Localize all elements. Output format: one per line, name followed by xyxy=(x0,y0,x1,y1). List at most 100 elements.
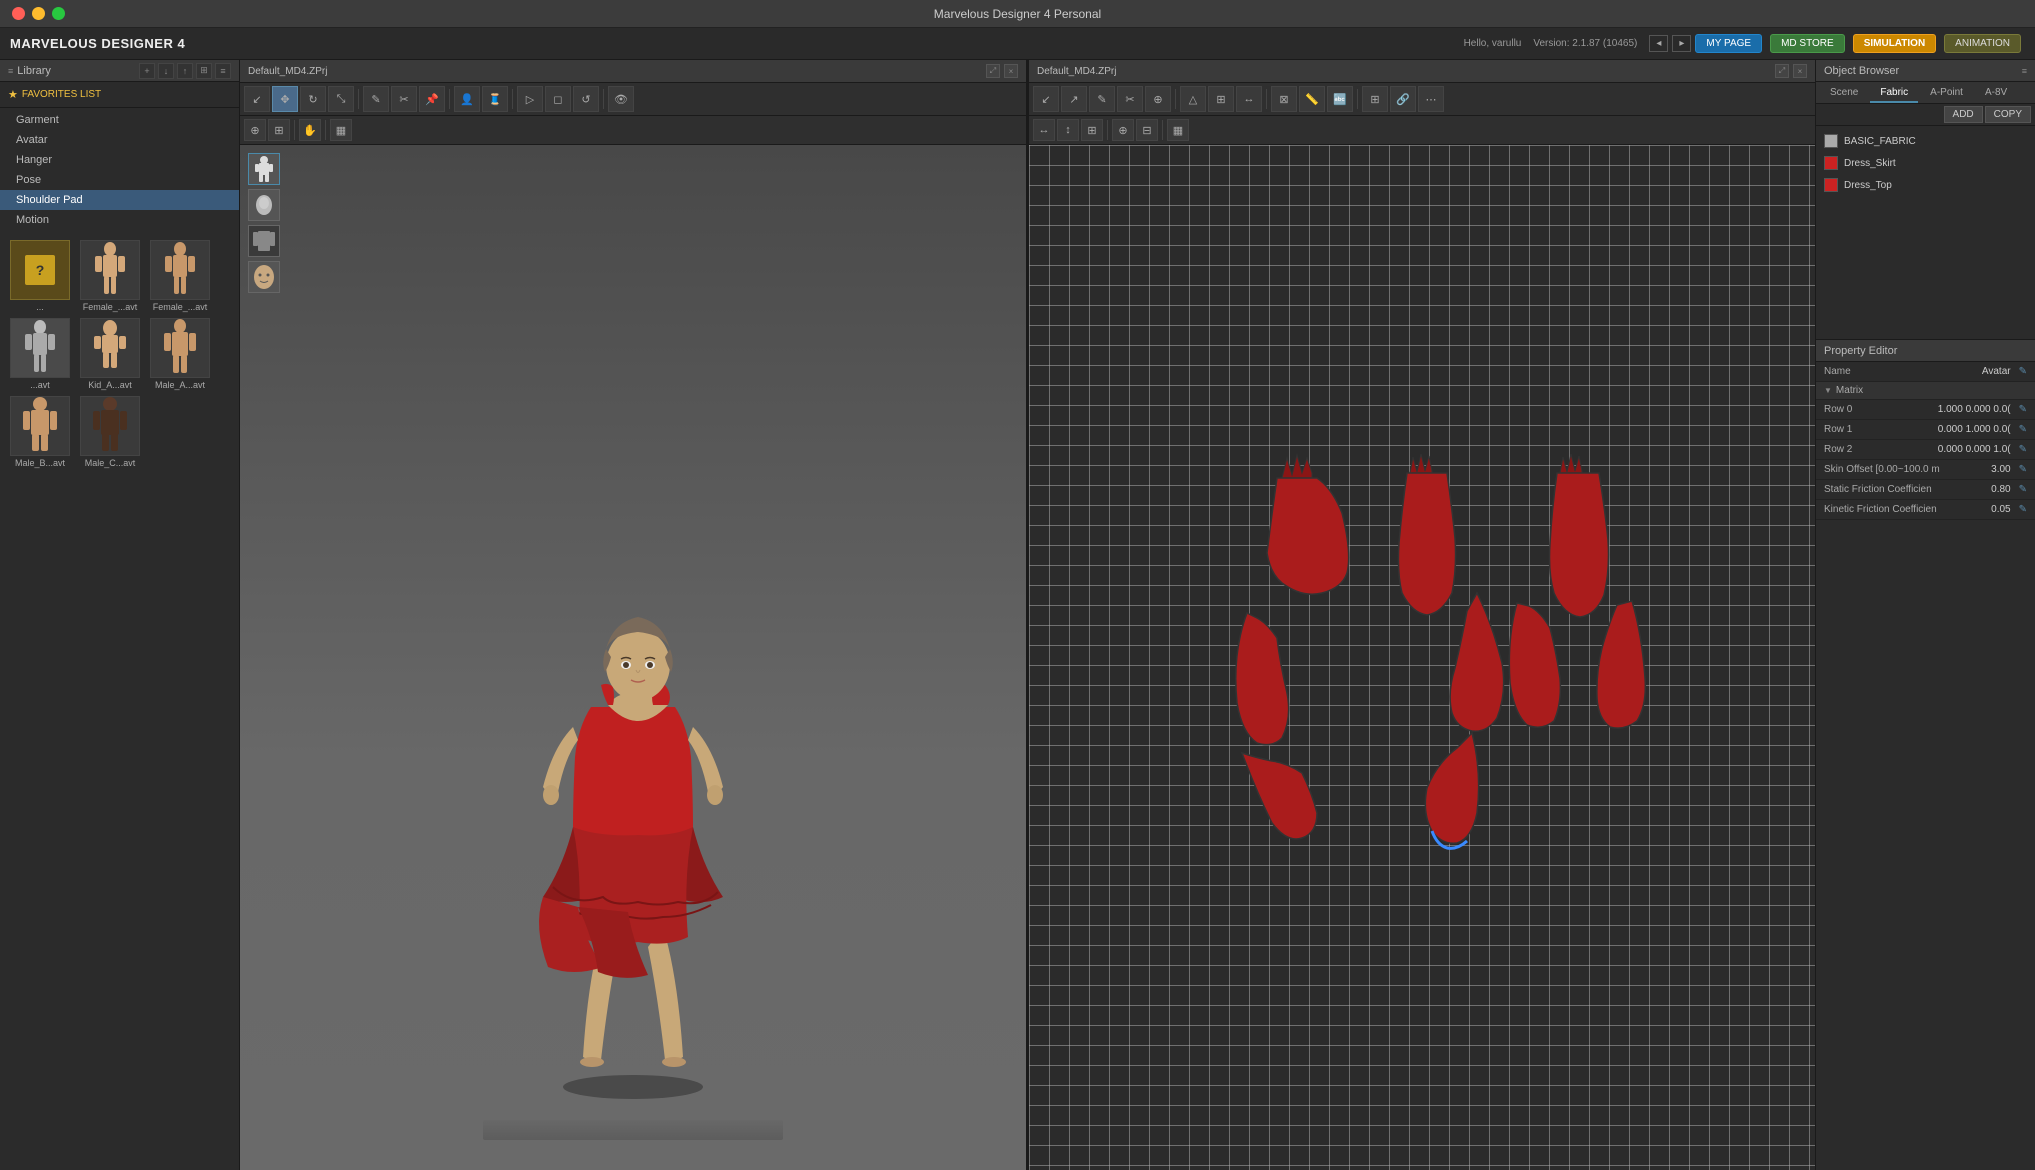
tool-2d-measure[interactable]: 📏 xyxy=(1299,86,1325,112)
tool-simulate[interactable]: ▷ xyxy=(517,86,543,112)
tool-2d-arrange[interactable]: ⊠ xyxy=(1271,86,1297,112)
viewport-2d-toolbar-1: ↙ ↗ ✎ ✂ ⊕ △ ⊞ ↔ ⊠ 📏 🔤 ⊞ 🔗 ⋯ xyxy=(1029,83,1815,115)
obj-item-dress-top[interactable]: Dress_Top xyxy=(1816,174,2035,196)
tool-reset[interactable]: ↺ xyxy=(573,86,599,112)
edit-icon-skin-offset[interactable]: ✎ xyxy=(2019,464,2027,475)
tree-item-pose[interactable]: Pose xyxy=(0,170,239,190)
obj-item-dress-skirt[interactable]: Dress_Skirt xyxy=(1816,152,2035,174)
edit-icon-kinetic-friction[interactable]: ✎ xyxy=(2019,504,2027,515)
next-button[interactable]: ▸ xyxy=(1672,35,1691,52)
tool-2d-mirror[interactable]: ⊞ xyxy=(1208,86,1234,112)
library-icon-2[interactable]: ↓ xyxy=(158,63,174,79)
tree-item-shoulder-pad[interactable]: Shoulder Pad xyxy=(0,190,239,210)
tool-rotate[interactable]: ↻ xyxy=(300,86,326,112)
edit-icon-row1[interactable]: ✎ xyxy=(2019,424,2027,435)
tool-2d-extra-b[interactable]: ↕ xyxy=(1057,119,1079,141)
avatar-strip-full[interactable] xyxy=(248,153,280,185)
close-3d-icon[interactable]: × xyxy=(1004,64,1018,78)
library-icon-1[interactable]: + xyxy=(139,63,155,79)
edit-icon-row2[interactable]: ✎ xyxy=(2019,444,2027,455)
panel-collapse-icon[interactable]: ≡ xyxy=(8,66,13,76)
swatch-dress-top xyxy=(1824,178,1838,192)
tool-3d-display[interactable]: ▦ xyxy=(330,119,352,141)
close-button[interactable] xyxy=(12,7,25,20)
viewport-3d-content[interactable] xyxy=(240,145,1026,1170)
thumb-kid-a[interactable]: Kid_A...avt xyxy=(78,318,142,390)
copy-button[interactable]: COPY xyxy=(1985,106,2031,123)
tool-2d-snap[interactable]: 🔗 xyxy=(1390,86,1416,112)
tool-3d-extra-1[interactable]: ⊕ xyxy=(244,119,266,141)
tab-scene[interactable]: Scene xyxy=(1820,84,1868,103)
prop-section-label-matrix: Matrix xyxy=(1836,385,1863,396)
tab-a8v[interactable]: A-8V xyxy=(1975,84,2017,103)
expand-matrix-icon[interactable]: ▼ xyxy=(1824,386,1832,395)
tool-2d-draw[interactable]: ✎ xyxy=(1089,86,1115,112)
viewport-2d-content[interactable] xyxy=(1029,145,1815,1170)
tool-2d-extra-e[interactable]: ⊟ xyxy=(1136,119,1158,141)
tree-item-motion[interactable]: Motion xyxy=(0,210,239,230)
property-editor-header: Property Editor xyxy=(1816,340,2035,362)
minimize-button[interactable] xyxy=(32,7,45,20)
tool-2d-extra-c[interactable]: ⊞ xyxy=(1081,119,1103,141)
library-icon-5[interactable]: ≡ xyxy=(215,63,231,79)
tool-2d-extra[interactable]: ⋯ xyxy=(1418,86,1444,112)
tool-2d-seam[interactable]: ⊕ xyxy=(1145,86,1171,112)
edit-icon-name[interactable]: ✎ xyxy=(2019,366,2027,377)
avatar-strip-face[interactable] xyxy=(248,261,280,293)
tree-item-avatar[interactable]: Avatar xyxy=(0,130,239,150)
tool-avatar[interactable]: 👤 xyxy=(454,86,480,112)
library-icon-3[interactable]: ↑ xyxy=(177,63,193,79)
md-store-button[interactable]: MD STORE xyxy=(1770,34,1845,53)
edit-icon-row0[interactable]: ✎ xyxy=(2019,404,2027,415)
maximize-button[interactable] xyxy=(52,7,65,20)
thumb-male-a[interactable]: Male_A...avt xyxy=(148,318,212,390)
tab-fabric[interactable]: Fabric xyxy=(1870,84,1918,103)
tool-stop[interactable]: ◻ xyxy=(545,86,571,112)
avatar-strip-torso[interactable] xyxy=(248,225,280,257)
thumb-male-c[interactable]: Male_C...avt xyxy=(78,396,142,468)
tool-pin[interactable]: 📌 xyxy=(419,86,445,112)
my-page-button[interactable]: MY PAGE xyxy=(1695,34,1762,53)
tool-select[interactable]: ↙ xyxy=(244,86,270,112)
window-controls xyxy=(12,7,65,20)
tree-item-hanger[interactable]: Hanger xyxy=(0,150,239,170)
prev-button[interactable]: ◂ xyxy=(1649,35,1668,52)
tool-3d-extra-2[interactable]: ⊞ xyxy=(268,119,290,141)
tool-move[interactable]: ✥ xyxy=(272,86,298,112)
edit-icon-static-friction[interactable]: ✎ xyxy=(2019,484,2027,495)
tool-draw[interactable]: ✎ xyxy=(363,86,389,112)
thumb-female-1[interactable]: Female_...avt xyxy=(78,240,142,312)
tool-2d-select[interactable]: ↙ xyxy=(1033,86,1059,112)
tool-2d-extra-a[interactable]: ↔ xyxy=(1033,119,1055,141)
avatar-strip-head[interactable] xyxy=(248,189,280,221)
obj-item-basic-fabric[interactable]: BASIC_FABRIC xyxy=(1816,130,2035,152)
thumb-female-2[interactable]: Female_...avt xyxy=(148,240,212,312)
tool-scale[interactable]: ⤡ xyxy=(328,86,354,112)
add-button[interactable]: ADD xyxy=(1944,106,1983,123)
object-browser-tabs: Scene Fabric A-Point A-8V xyxy=(1816,82,2035,104)
tree-item-garment[interactable]: Garment xyxy=(0,110,239,130)
tool-2d-move[interactable]: ↗ xyxy=(1061,86,1087,112)
library-icon-4[interactable]: ⊞ xyxy=(196,63,212,79)
expand-2d-icon[interactable]: ⤢ xyxy=(1775,64,1789,78)
tool-2d-stitch[interactable]: ↔ xyxy=(1236,86,1262,112)
tool-2d-annotate[interactable]: 🔤 xyxy=(1327,86,1353,112)
close-2d-icon[interactable]: × xyxy=(1793,64,1807,78)
library-thumbnails: ? ... Female_...avt xyxy=(0,232,239,1170)
expand-3d-icon[interactable]: ⤢ xyxy=(986,64,1000,78)
thumb-male-b[interactable]: Male_B...avt xyxy=(8,396,72,468)
tool-2d-grid[interactable]: ⊞ xyxy=(1362,86,1388,112)
tool-2d-extra-f[interactable]: ▦ xyxy=(1167,119,1189,141)
thumb-avatar-plain[interactable]: ...avt xyxy=(8,318,72,390)
simulation-button[interactable]: SIMULATION xyxy=(1853,34,1936,53)
tool-fabric[interactable]: 🧵 xyxy=(482,86,508,112)
tool-view[interactable]: 👁 xyxy=(608,86,634,112)
tool-2d-extra-d[interactable]: ⊕ xyxy=(1112,119,1134,141)
tool-2d-pattern[interactable]: △ xyxy=(1180,86,1206,112)
tab-apoint[interactable]: A-Point xyxy=(1920,84,1973,103)
tool-2d-cut[interactable]: ✂ xyxy=(1117,86,1143,112)
animation-button[interactable]: ANIMATION xyxy=(1944,34,2021,53)
thumb-placeholder[interactable]: ? ... xyxy=(8,240,72,312)
tool-3d-sew[interactable]: ✋ xyxy=(299,119,321,141)
tool-cut[interactable]: ✂ xyxy=(391,86,417,112)
